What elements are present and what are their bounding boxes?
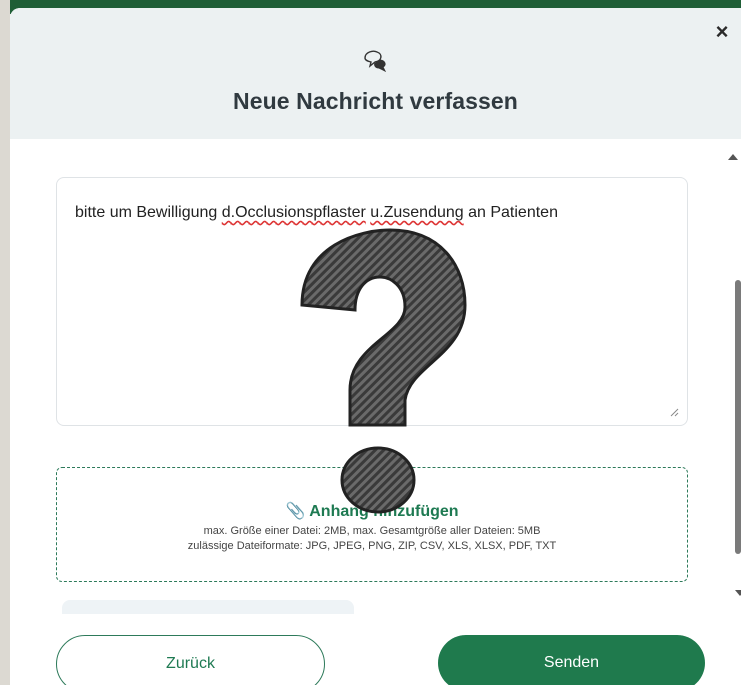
backdrop-left (0, 0, 10, 685)
close-button[interactable]: × (710, 20, 734, 44)
question-mark-overlay (300, 228, 467, 514)
scrollbar-thumb[interactable] (735, 280, 741, 554)
dialog-title: Neue Nachricht verfassen (233, 88, 518, 114)
message-text: bitte um Bewilligung d.Occlusionspflaste… (75, 204, 558, 221)
misspelled-word: u.Zusendung (370, 204, 464, 221)
send-button[interactable]: Senden (438, 635, 705, 685)
hidden-element (62, 600, 354, 614)
scroll-up-arrow[interactable] (728, 154, 738, 160)
misspelled-word: d.Occlusionspflaster (221, 204, 366, 221)
scroll-down-arrow[interactable] (735, 590, 741, 596)
chat-bubbles-icon (364, 50, 387, 72)
dialog-header: Neue Nachricht verfassen (10, 8, 741, 139)
resize-handle-icon[interactable] (669, 407, 679, 417)
back-button[interactable]: Zurück (56, 635, 325, 685)
